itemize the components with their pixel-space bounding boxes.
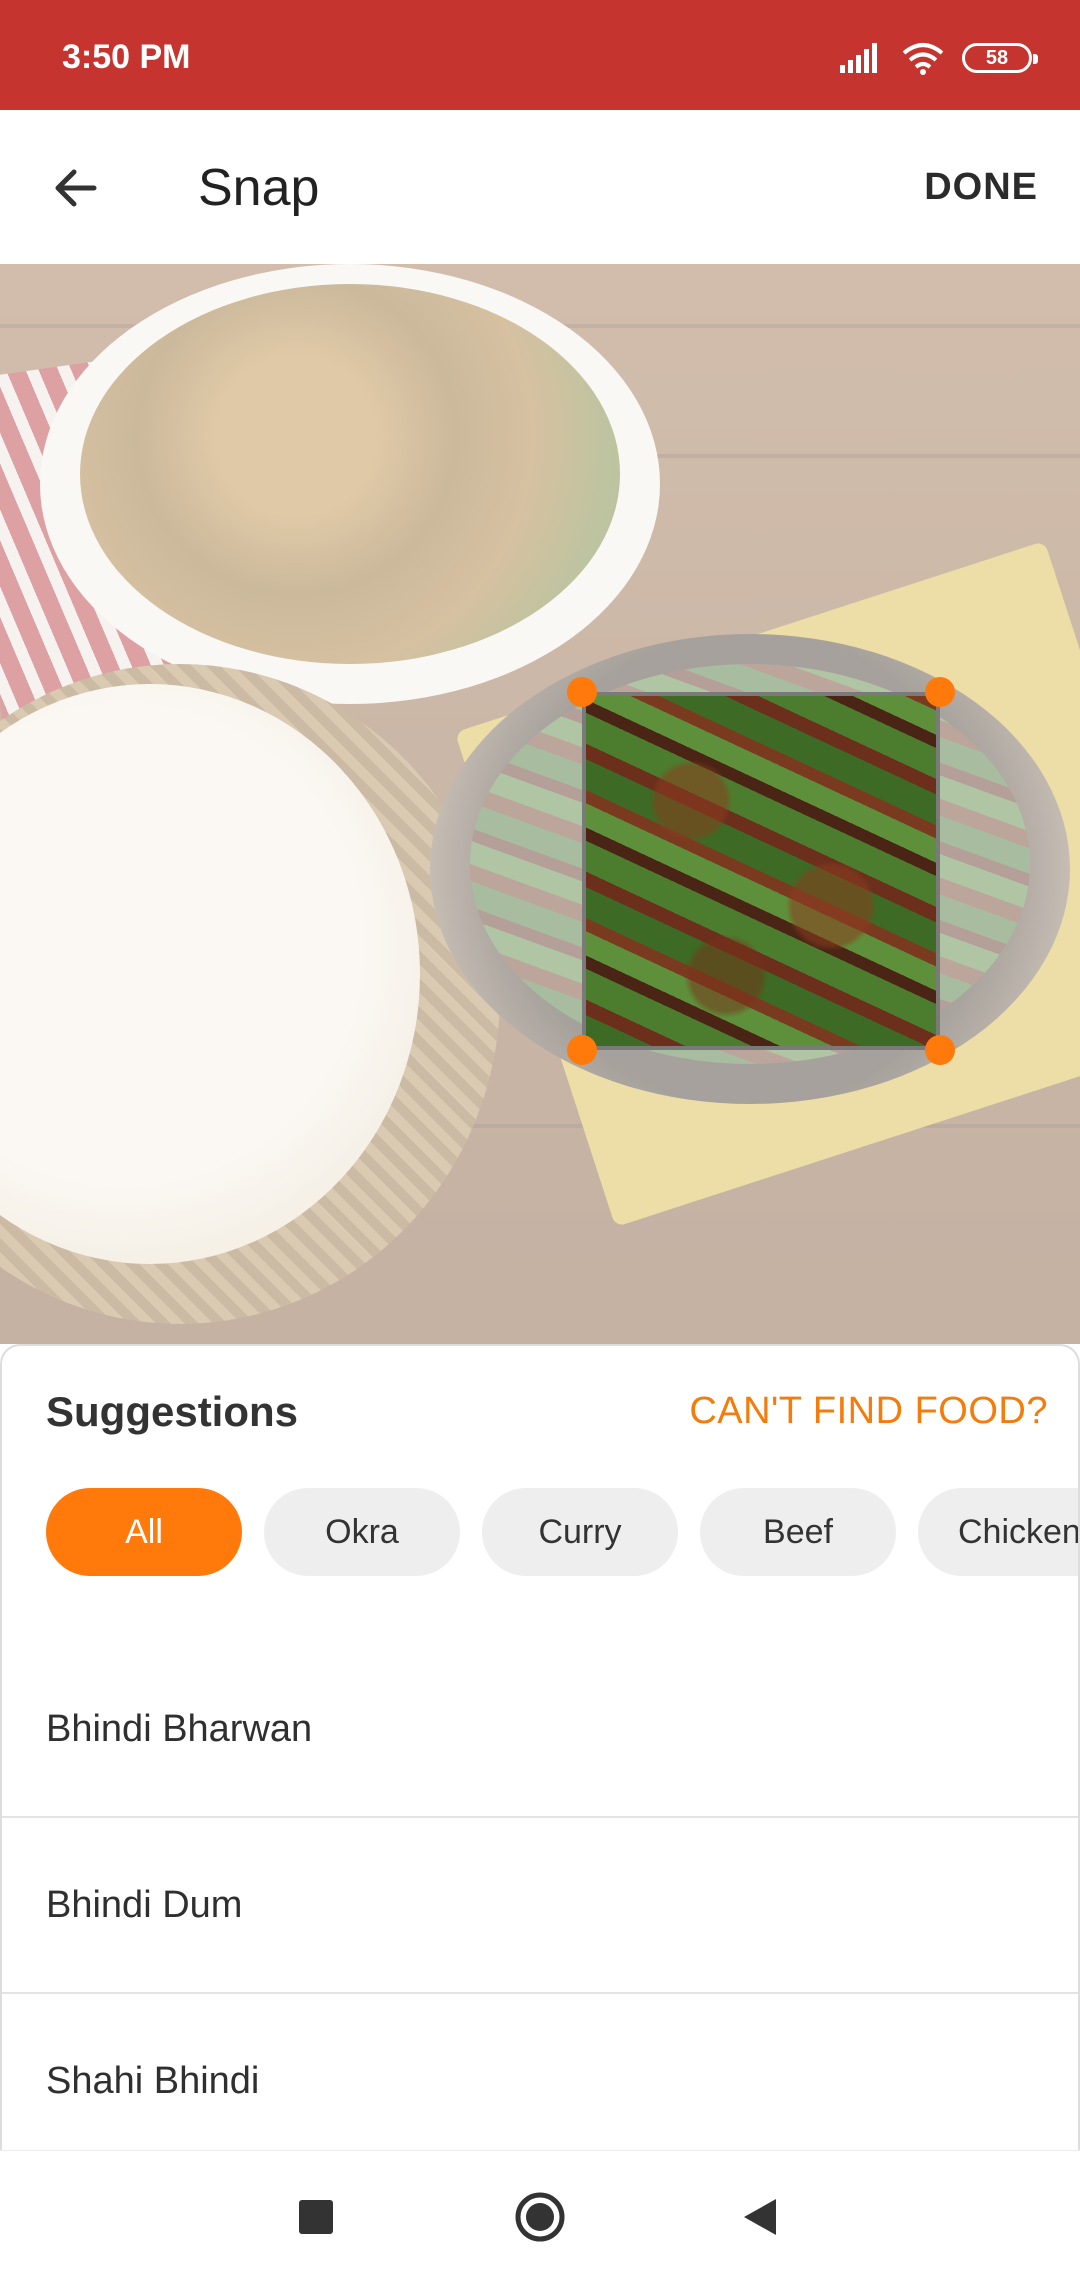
chip-curry[interactable]: Curry <box>482 1488 678 1576</box>
arrow-left-icon <box>55 169 97 207</box>
wifi-icon <box>902 43 944 75</box>
crop-handle-bottom-left[interactable] <box>567 1035 597 1065</box>
chip-okra[interactable]: Okra <box>264 1488 460 1576</box>
status-time: 3:50 PM <box>62 38 191 76</box>
list-item[interactable]: Shahi Bhindi <box>2 1994 1078 2150</box>
status-bar: 3:50 PM 58 <box>0 0 1080 110</box>
suggestions-list: Bhindi Bharwan Bhindi Dum Shahi Bhindi <box>2 1642 1078 2150</box>
list-item[interactable]: Bhindi Bharwan <box>2 1642 1078 1818</box>
done-button[interactable]: DONE <box>924 166 1038 209</box>
chip-all[interactable]: All <box>46 1488 242 1576</box>
crop-handle-top-left[interactable] <box>567 677 597 707</box>
battery-level: 58 <box>985 46 1009 69</box>
crop-selection[interactable] <box>582 692 940 1050</box>
system-nav-bar <box>0 2150 1080 2280</box>
recent-apps-icon <box>299 2200 333 2234</box>
list-item[interactable]: Bhindi Dum <box>2 1818 1078 1994</box>
chip-chicken[interactable]: Chicken <box>918 1488 1078 1576</box>
chip-beef[interactable]: Beef <box>700 1488 896 1576</box>
crop-handle-top-right[interactable] <box>925 677 955 707</box>
app-bar: Snap DONE <box>0 110 1080 264</box>
back-nav-button[interactable] <box>730 2187 790 2247</box>
home-icon <box>515 2192 565 2242</box>
battery-icon: 58 <box>962 43 1038 73</box>
page-title: Snap <box>198 159 320 217</box>
back-icon <box>744 2199 776 2235</box>
signal-icon <box>840 43 877 73</box>
recent-apps-button[interactable] <box>286 2187 346 2247</box>
home-button[interactable] <box>510 2187 570 2247</box>
back-button[interactable] <box>40 152 112 224</box>
filter-chips: All Okra Curry Beef Chicken <box>46 1488 1078 1576</box>
status-icons: 58 <box>840 38 1038 78</box>
crop-handle-bottom-right[interactable] <box>925 1035 955 1065</box>
suggestions-title: Suggestions <box>46 1388 299 1435</box>
suggestions-sheet: Suggestions CAN'T FIND FOOD? All Okra Cu… <box>0 1344 1080 2150</box>
cant-find-food-link[interactable]: CAN'T FIND FOOD? <box>689 1390 1048 1433</box>
